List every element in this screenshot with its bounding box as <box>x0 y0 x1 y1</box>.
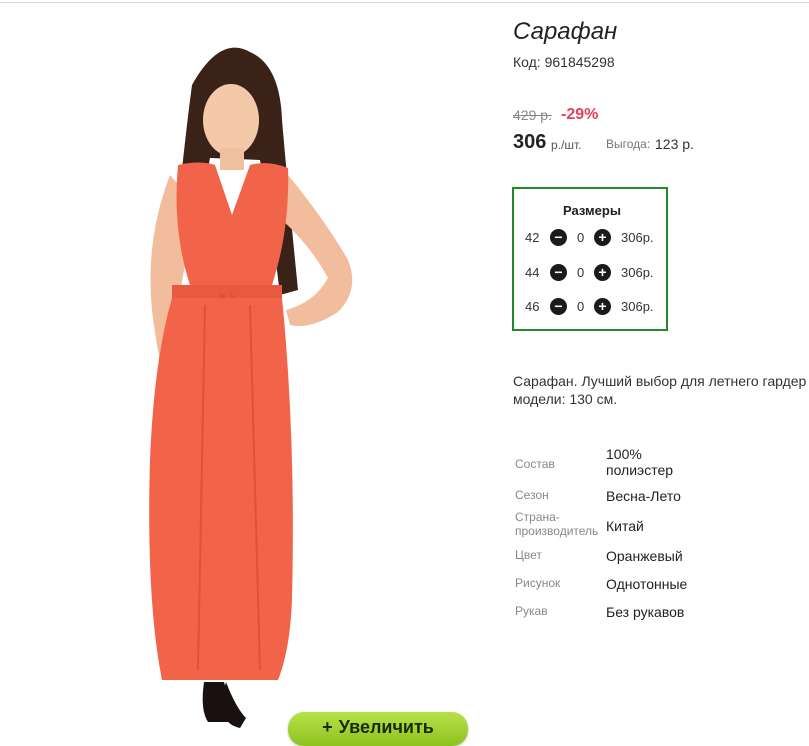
product-photo[interactable] <box>100 40 400 730</box>
decrease-quantity-button[interactable]: − <box>550 264 567 281</box>
attribute-key: Страна-производитель <box>515 510 599 538</box>
size-row: 46 − 0 + 306р. <box>514 296 670 318</box>
old-price: 429 р. <box>513 107 552 123</box>
sizes-panel: Размеры 42 − 0 + 306р. 44 − 0 + 306р. 46… <box>512 187 668 331</box>
increase-quantity-button[interactable]: + <box>594 229 611 246</box>
size-row: 42 − 0 + 306р. <box>514 227 670 249</box>
price-unit: р./шт. <box>551 138 582 152</box>
attribute-value: 100% полиэстер <box>606 446 674 478</box>
decrease-quantity-button[interactable]: − <box>550 229 567 246</box>
product-description: Сарафан. Лучший выбор для летнего гардер… <box>513 372 809 408</box>
decrease-quantity-button[interactable]: − <box>550 298 567 315</box>
attribute-key: Рисунок <box>515 576 561 590</box>
benefit-value: 123 р. <box>655 136 694 152</box>
size-price: 306р. <box>621 230 654 245</box>
size-quantity: 0 <box>577 265 585 280</box>
increase-quantity-button[interactable]: + <box>594 264 611 281</box>
attribute-value: Китай <box>606 518 644 534</box>
size-number: 42 <box>525 230 540 245</box>
attribute-key: Цвет <box>515 548 542 562</box>
dress-model-image <box>149 47 353 728</box>
size-quantity: 0 <box>577 299 585 314</box>
sizes-title: Размеры <box>563 203 621 218</box>
attribute-value: Без рукавов <box>606 604 685 620</box>
discount-badge: -29% <box>561 106 599 123</box>
attribute-key: Сезон <box>515 488 549 502</box>
product-code: Код: 961845298 <box>513 54 615 70</box>
benefit-label: Выгода: <box>606 137 651 151</box>
attribute-key: Состав <box>515 457 555 471</box>
attribute-key: Рукав <box>515 604 548 618</box>
size-row: 44 − 0 + 306р. <box>514 262 670 284</box>
size-number: 46 <box>525 299 540 314</box>
increase-quantity-button[interactable]: + <box>594 298 611 315</box>
attribute-value: Оранжевый <box>606 548 683 564</box>
description-line: Сарафан. Лучший выбор для летнего гардер <box>513 373 807 389</box>
size-price: 306р. <box>621 299 654 314</box>
zoom-button[interactable]: + Увеличить <box>288 712 468 746</box>
attribute-value: Весна-Лето <box>606 488 681 504</box>
top-divider <box>0 2 809 3</box>
zoom-button-label: Увеличить <box>338 717 434 737</box>
size-number: 44 <box>525 265 540 280</box>
current-price: 306 <box>513 131 547 153</box>
attribute-value: Однотонные <box>606 576 688 592</box>
size-quantity: 0 <box>577 230 585 245</box>
description-line: модели: 130 см. <box>513 391 618 407</box>
product-title: Сарафан <box>513 18 618 45</box>
size-price: 306р. <box>621 265 654 280</box>
plus-icon: + <box>322 717 333 737</box>
